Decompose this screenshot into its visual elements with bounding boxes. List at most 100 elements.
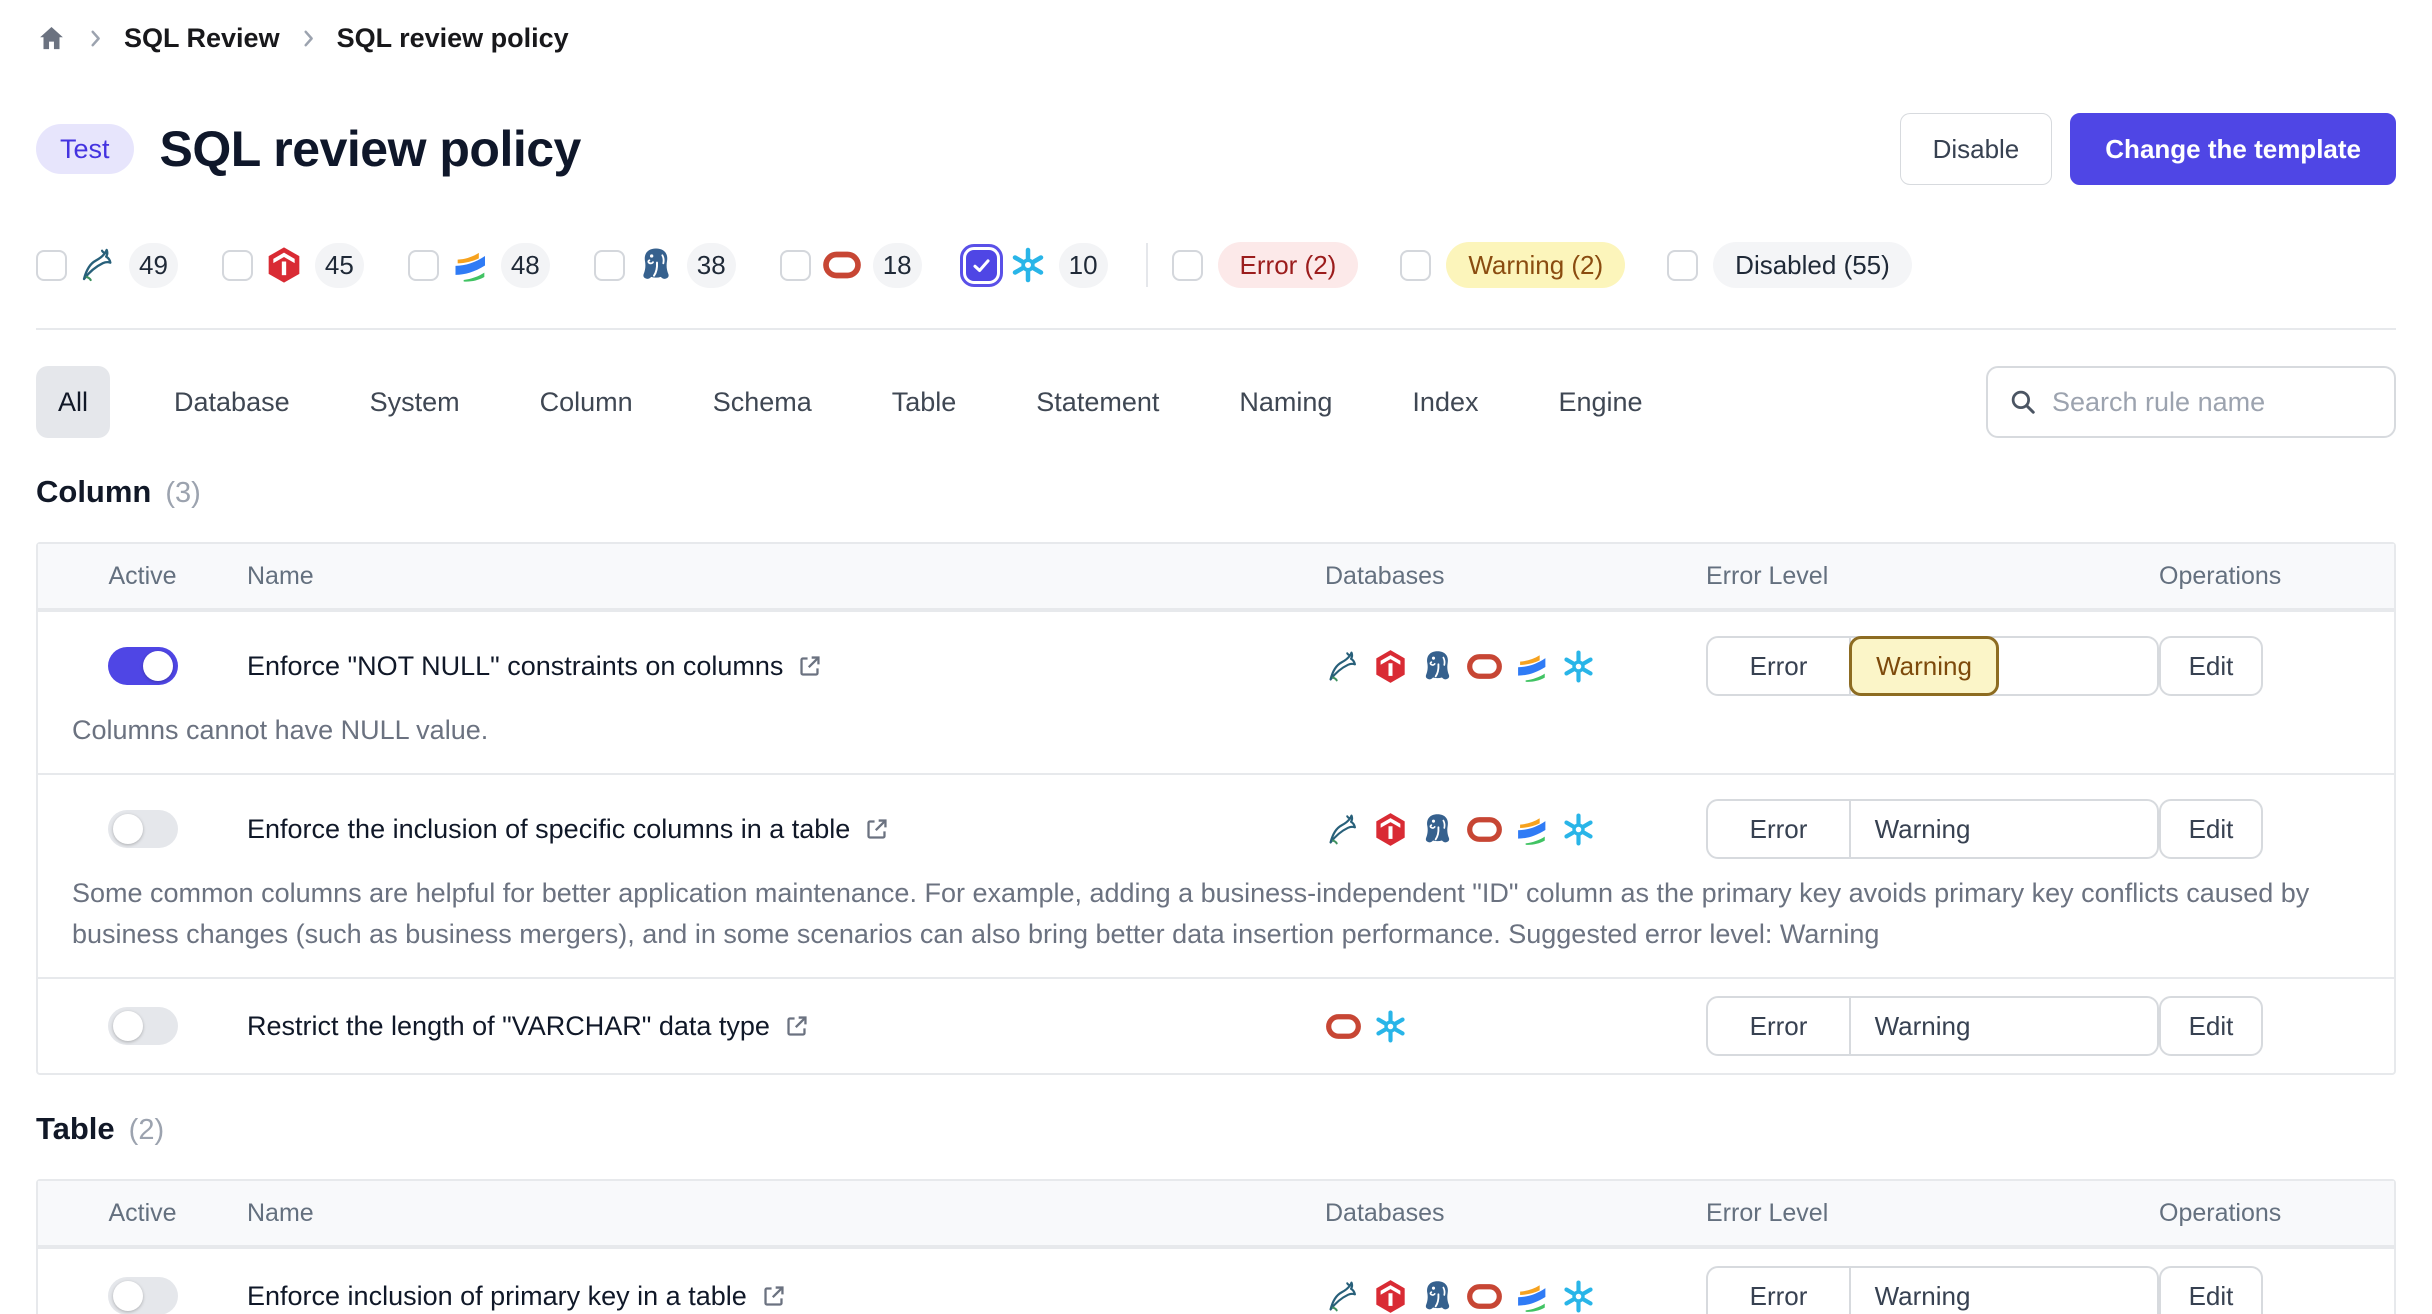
error-level-button[interactable]: Error <box>1708 801 1851 857</box>
tab-database[interactable]: Database <box>158 366 306 438</box>
header-active: Active <box>108 562 176 591</box>
error-filter-pill[interactable]: Error (2) <box>1218 242 1359 288</box>
breadcrumb-sql-review-policy[interactable]: SQL review policy <box>337 23 569 54</box>
external-link-icon <box>782 1012 811 1041</box>
active-toggle[interactable] <box>108 810 178 848</box>
snowflake-icon <box>1560 648 1597 685</box>
chevron-right-icon <box>83 26 108 51</box>
mysql-icon <box>78 245 118 285</box>
engine-filter-postgresql: 38 <box>594 243 736 288</box>
table-row: Enforce "NOT NULL" constraints on column… <box>38 610 2394 773</box>
tab-statement[interactable]: Statement <box>1020 366 1175 438</box>
tab-engine[interactable]: Engine <box>1542 366 1658 438</box>
disabled-checkbox[interactable] <box>1667 250 1698 281</box>
page-title: SQL review policy <box>160 120 581 178</box>
tab-all[interactable]: All <box>36 366 110 438</box>
disable-button[interactable]: Disable <box>1900 113 2053 185</box>
section-title: Table <box>36 1111 115 1147</box>
table-row: Enforce the inclusion of specific column… <box>38 773 2394 977</box>
oracle-checkbox[interactable] <box>780 250 811 281</box>
environment-badge: Test <box>36 124 134 174</box>
section-title: Column <box>36 474 151 510</box>
breadcrumb-sql-review[interactable]: SQL Review <box>124 23 280 54</box>
tab-index[interactable]: Index <box>1396 366 1494 438</box>
edit-button[interactable]: Edit <box>2159 996 2263 1056</box>
home-icon[interactable] <box>36 23 67 54</box>
error-level-button[interactable]: Error <box>1708 638 1851 694</box>
error-level-segment: Error Warning <box>1706 636 2159 696</box>
tab-schema[interactable]: Schema <box>697 366 828 438</box>
warning-level-button[interactable]: Warning <box>1849 636 1999 696</box>
rule-name-link[interactable]: Restrict the length of "VARCHAR" data ty… <box>247 1011 1325 1042</box>
rule-name-link[interactable]: Enforce the inclusion of specific column… <box>247 814 1325 845</box>
tab-system[interactable]: System <box>354 366 476 438</box>
edit-button[interactable]: Edit <box>2159 799 2263 859</box>
rule-name-link[interactable]: Enforce "NOT NULL" constraints on column… <box>247 651 1325 682</box>
snowflake-checkbox[interactable] <box>966 250 997 281</box>
rule-name-link[interactable]: Enforce inclusion of primary key in a ta… <box>247 1281 1325 1312</box>
oceanbase-icon <box>450 245 490 285</box>
header-error-level: Error Level <box>1706 562 2159 591</box>
error-checkbox[interactable] <box>1172 250 1203 281</box>
section-divider <box>36 328 2396 330</box>
oceanbase-icon <box>1513 811 1550 848</box>
header-name: Name <box>247 1199 1325 1228</box>
tab-table[interactable]: Table <box>876 366 973 438</box>
breadcrumb: SQL Review SQL review policy <box>36 14 2396 62</box>
section-count: (2) <box>129 1114 164 1147</box>
tidb-icon <box>1372 811 1409 848</box>
oracle-count-badge: 18 <box>873 243 922 288</box>
search-input[interactable] <box>2052 387 2374 418</box>
warning-level-button[interactable]: Warning <box>1851 998 1994 1054</box>
rule-databases <box>1325 811 1706 848</box>
tidb-icon <box>264 245 304 285</box>
tab-column[interactable]: Column <box>524 366 649 438</box>
chevron-right-icon <box>296 26 321 51</box>
oracle-icon <box>1466 1278 1503 1314</box>
engine-filter-oracle: 18 <box>780 243 922 288</box>
engine-filter-snowflake: 10 <box>966 243 1108 288</box>
tidb-checkbox[interactable] <box>222 250 253 281</box>
disabled-filter-pill[interactable]: Disabled (55) <box>1713 242 1912 288</box>
oceanbase-icon <box>1513 1278 1550 1314</box>
active-toggle[interactable] <box>108 647 178 685</box>
table-row: Restrict the length of "VARCHAR" data ty… <box>38 977 2394 1073</box>
error-level-segment: Error Warning <box>1706 799 2159 859</box>
rule-description: Columns cannot have NULL value. <box>38 710 2392 751</box>
header-operations: Operations <box>2159 1199 2392 1228</box>
sql-review-policy-page: SQL Review SQL review policy Test SQL re… <box>0 14 2432 1314</box>
level-filter-error: Error (2) <box>1172 242 1359 288</box>
warning-checkbox[interactable] <box>1400 250 1431 281</box>
postgresql-checkbox[interactable] <box>594 250 625 281</box>
table-row: Enforce inclusion of primary key in a ta… <box>38 1247 2394 1314</box>
oceanbase-icon <box>1513 648 1550 685</box>
header-operations: Operations <box>2159 562 2392 591</box>
mysql-icon <box>1325 648 1362 685</box>
table-rules-table: Active Name Databases Error Level Operat… <box>36 1179 2396 1314</box>
active-toggle[interactable] <box>108 1007 178 1045</box>
search-icon <box>2008 387 2038 417</box>
warning-level-button[interactable]: Warning <box>1851 1268 1994 1314</box>
engine-filter-tidb: 45 <box>222 243 364 288</box>
oracle-icon <box>822 245 862 285</box>
mysql-icon <box>1325 1278 1362 1314</box>
postgresql-icon <box>1419 811 1456 848</box>
active-toggle[interactable] <box>108 1277 178 1314</box>
column-rules-table: Active Name Databases Error Level Operat… <box>36 542 2396 1075</box>
mysql-checkbox[interactable] <box>36 250 67 281</box>
error-level-button[interactable]: Error <box>1708 1268 1851 1314</box>
error-level-button[interactable]: Error <box>1708 998 1851 1054</box>
edit-button[interactable]: Edit <box>2159 1266 2263 1314</box>
change-template-button[interactable]: Change the template <box>2070 113 2396 185</box>
header-active: Active <box>108 1199 176 1228</box>
header-error-level: Error Level <box>1706 1199 2159 1228</box>
external-link-icon <box>862 815 891 844</box>
warning-level-button[interactable]: Warning <box>1851 801 1994 857</box>
section-heading-table: Table (2) <box>36 1111 2396 1153</box>
warning-filter-pill[interactable]: Warning (2) <box>1446 242 1625 288</box>
oceanbase-checkbox[interactable] <box>408 250 439 281</box>
tab-naming[interactable]: Naming <box>1223 366 1348 438</box>
rule-databases <box>1325 648 1706 685</box>
snowflake-icon <box>1560 811 1597 848</box>
edit-button[interactable]: Edit <box>2159 636 2263 696</box>
